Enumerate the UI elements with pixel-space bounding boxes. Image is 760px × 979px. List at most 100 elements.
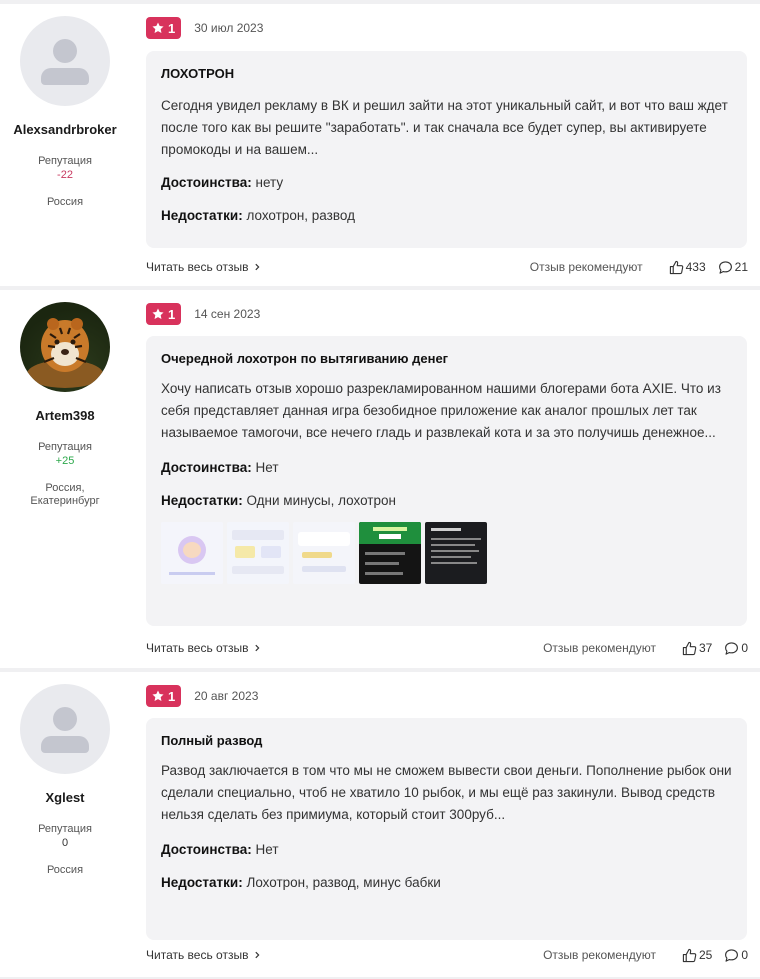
like-button[interactable]: 433: [669, 260, 706, 275]
reputation-value: 0: [61, 837, 69, 849]
recommend-label: Отзыв рекомендуют: [529, 260, 643, 274]
screenshot-thumbnail[interactable]: [425, 522, 487, 584]
pros-text: Нет: [255, 842, 279, 857]
reputation-label: Репутация: [38, 155, 92, 167]
cons-label: Недостатки:: [161, 493, 243, 508]
cons-text: Одни минусы, лохотрон: [246, 493, 396, 508]
cons-text: Лохотрон, развод, минус бабки: [246, 875, 441, 890]
reputation-label: Репутация: [38, 441, 92, 453]
review-cons: Недостатки: лохотрон, развод: [161, 208, 732, 223]
read-more-label: Читать весь отзыв: [146, 260, 249, 274]
read-more-link[interactable]: Читать весь отзыв: [146, 641, 261, 655]
author-location: Россия, Екатеринбург: [30, 482, 100, 507]
tiger-avatar-icon[interactable]: [20, 302, 110, 392]
review-date: 14 сен 2023: [194, 307, 261, 321]
pros-text: нету: [255, 175, 284, 190]
read-more-label: Читать весь отзыв: [146, 948, 249, 962]
review-text: Хочу написать отзыв хорошо разрекламиров…: [161, 381, 721, 440]
review-title[interactable]: Очередной лохотрон по вытягиванию денег: [161, 351, 732, 366]
author-name[interactable]: Artem398: [0, 408, 130, 423]
default-avatar-icon[interactable]: [20, 16, 110, 106]
like-button[interactable]: 37: [682, 641, 712, 656]
review-card: Artem398 Репутация +25 Россия, Екатеринб…: [0, 290, 760, 668]
author-location: Россия: [46, 196, 84, 208]
comments-button[interactable]: 0: [724, 948, 748, 963]
recommend-label: Отзыв рекомендуют: [543, 948, 656, 962]
author-block: Xglest Репутация 0 Россия: [0, 684, 130, 877]
thumbs-up-icon: [682, 641, 697, 656]
review-title[interactable]: Полный развод: [161, 733, 732, 748]
review-date: 20 авг 2023: [194, 689, 259, 703]
chevron-right-icon: [253, 644, 261, 652]
review-footer: Читать весь отзыв Отзыв рекомендуют 25 0: [146, 947, 748, 963]
review-pros: Достоинства: Нет: [161, 460, 732, 475]
comment-count: 21: [734, 260, 748, 274]
cons-label: Недостатки:: [161, 875, 243, 890]
author-name[interactable]: Xglest: [0, 790, 130, 805]
star-icon: [151, 307, 165, 321]
author-name[interactable]: Alexsandrbroker: [0, 122, 130, 137]
author-block: Alexsandrbroker Репутация -22 Россия: [0, 16, 130, 209]
review-body: Полный развод Развод заключается в том ч…: [146, 718, 747, 940]
recommend-label: Отзыв рекомендуют: [543, 641, 656, 655]
review-body: Очередной лохотрон по вытягиванию денег …: [146, 336, 747, 626]
review-pros: Достоинства: Нет: [161, 842, 732, 857]
comments-button[interactable]: 21: [718, 260, 748, 275]
comment-icon: [724, 948, 739, 963]
review-thumbnails: [161, 522, 732, 584]
comment-icon: [718, 260, 733, 275]
comment-count: 0: [741, 641, 748, 655]
default-avatar-icon[interactable]: [20, 684, 110, 774]
reputation-value: -22: [57, 169, 73, 181]
chevron-right-icon: [253, 951, 261, 959]
review-cons: Недостатки: Одни минусы, лохотрон: [161, 493, 732, 508]
rating-badge: 1: [146, 685, 182, 707]
rating-value: 1: [168, 20, 176, 36]
pros-label: Достоинства:: [161, 460, 252, 475]
cons-text: лохотрон, развод: [246, 208, 355, 223]
thumbs-up-icon: [669, 260, 684, 275]
review-pros: Достоинства: нету: [161, 175, 732, 190]
like-count: 37: [698, 641, 713, 655]
comment-icon: [724, 641, 739, 656]
thumbs-up-icon: [682, 948, 697, 963]
review-text: Развод заключается в том что мы не сможе…: [161, 763, 732, 822]
screenshot-thumbnail[interactable]: [161, 522, 223, 584]
review-footer: Читать весь отзыв Отзыв рекомендуют 433 …: [146, 259, 748, 275]
like-count: 433: [685, 260, 706, 274]
pros-label: Достоинства:: [161, 175, 252, 190]
read-more-link[interactable]: Читать весь отзыв: [146, 948, 261, 962]
pros-text: Нет: [255, 460, 279, 475]
author-block: Artem398 Репутация +25 Россия, Екатеринб…: [0, 302, 130, 508]
rating-badge: 1: [146, 303, 182, 325]
review-text: Сегодня увидел рекламу в ВК и решил зайт…: [161, 98, 728, 157]
review-title[interactable]: ЛОХОТРОН: [161, 66, 732, 81]
review-header: 1 14 сен 2023: [146, 303, 260, 325]
review-card: Xglest Репутация 0 Россия 1 20 авг 2023 …: [0, 672, 760, 977]
screenshot-thumbnail[interactable]: [227, 522, 289, 584]
review-card: Alexsandrbroker Репутация -22 Россия 1 3…: [0, 4, 760, 286]
cons-label: Недостатки:: [161, 208, 243, 223]
reputation-value: +25: [55, 455, 75, 467]
reputation-label: Репутация: [38, 823, 92, 835]
read-more-label: Читать весь отзыв: [146, 641, 249, 655]
comments-button[interactable]: 0: [724, 641, 748, 656]
star-icon: [151, 689, 165, 703]
rating-value: 1: [168, 306, 176, 322]
read-more-link[interactable]: Читать весь отзыв: [146, 260, 261, 274]
like-count: 25: [698, 948, 713, 962]
review-header: 1 20 авг 2023: [146, 685, 258, 707]
author-location: Россия: [46, 864, 84, 876]
review-body: ЛОХОТРОН Сегодня увидел рекламу в ВК и р…: [146, 51, 747, 248]
pros-label: Достоинства:: [161, 842, 252, 857]
like-button[interactable]: 25: [682, 948, 712, 963]
reviews-list: Alexsandrbroker Репутация -22 Россия 1 3…: [0, 0, 760, 979]
chevron-right-icon: [253, 263, 261, 271]
screenshot-thumbnail[interactable]: [293, 522, 355, 584]
comment-count: 0: [741, 948, 748, 962]
review-header: 1 30 июл 2023: [146, 17, 263, 39]
review-cons: Недостатки: Лохотрон, развод, минус бабк…: [161, 875, 732, 890]
screenshot-thumbnail[interactable]: [359, 522, 421, 584]
rating-badge: 1: [146, 17, 182, 39]
review-footer: Читать весь отзыв Отзыв рекомендуют 37 0: [146, 640, 748, 656]
